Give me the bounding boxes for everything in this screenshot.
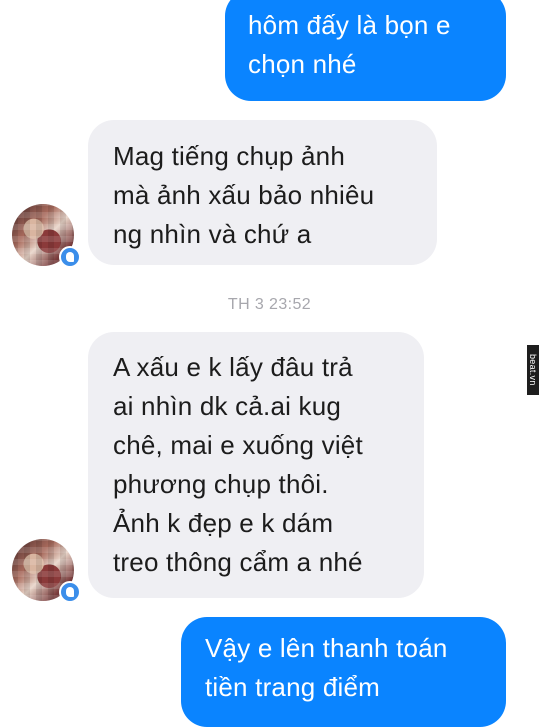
outgoing-message-bubble[interactable]: hôm đấy là bọn e chọn nhé [225,0,506,101]
messenger-badge-icon [59,581,81,603]
message-text-line: chê, mai e xuống việt [113,430,363,460]
message-text-line: ng nhìn và chứ a [113,219,312,249]
message-text-line: A xấu e k lấy đâu trả [113,352,353,382]
message-timestamp: TH 3 23:52 [227,296,312,313]
message-text-line: phương chụp thôi. [113,469,329,499]
message-text-line: mà ảnh xấu bảo nhiêu [113,180,375,210]
message-text-line: chọn nhé [248,49,357,79]
message-text-line: tiền trang điểm [205,672,380,702]
message-text-line: Mag tiếng chụp ảnh [113,141,345,171]
message-text-line: Ảnh k đẹp e k dám [113,508,334,538]
incoming-message-bubble[interactable]: A xấu e k lấy đâu trả ai nhìn dk cả.ai k… [88,332,424,598]
message-text-line: ai nhìn dk cả.ai kug [113,391,342,421]
message-text-line: treo thông cẩm a nhé [113,547,363,577]
outgoing-message-bubble[interactable]: Vậy e lên thanh toán tiền trang điểm [181,617,506,727]
watermark-label: beat.vn [527,345,539,395]
message-text-line: Vậy e lên thanh toán [205,633,448,663]
message-text-line: hôm đấy là bọn e [248,10,451,40]
messenger-badge-icon [59,246,81,268]
incoming-message-bubble[interactable]: Mag tiếng chụp ảnh mà ảnh xấu bảo nhiêu … [88,120,437,265]
